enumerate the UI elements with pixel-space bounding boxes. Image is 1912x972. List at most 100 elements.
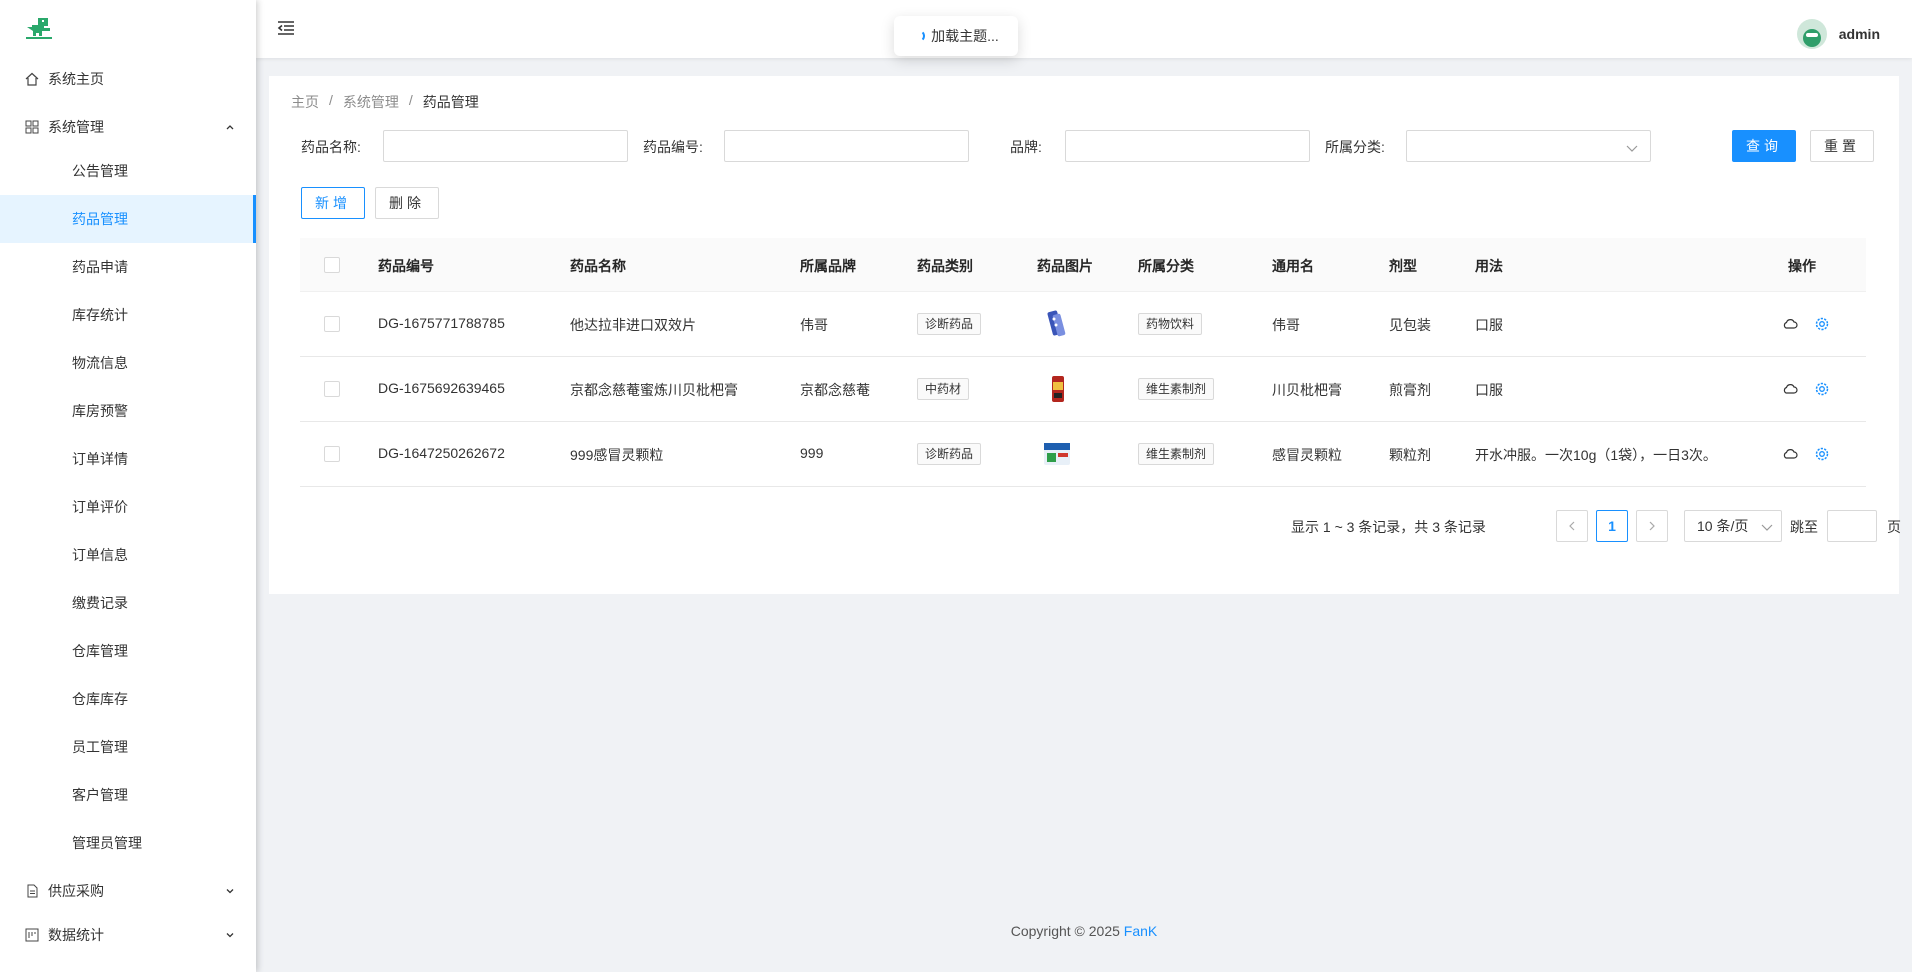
generic-name: 川贝枇杷膏	[1272, 382, 1342, 398]
sidebar-subitem[interactable]: 公告管理	[0, 147, 256, 195]
jump-label: 跳至	[1790, 519, 1818, 535]
setting-icon[interactable]	[1813, 380, 1831, 398]
loading-spinner-icon	[913, 30, 926, 42]
sidebar-subitem-label: 公告管理	[72, 163, 128, 179]
sidebar-subitem[interactable]: 库房预警	[0, 387, 256, 435]
breadcrumb: 主页 / 系统管理 / 药品管理	[291, 92, 479, 112]
drug-type-tag: 中药材	[917, 378, 970, 400]
sidebar-subitem[interactable]: 管理员管理	[0, 819, 256, 867]
sidebar-subitem-label: 员工管理	[72, 739, 128, 755]
sidebar-subitem[interactable]: 订单详情	[0, 435, 256, 483]
category-select[interactable]	[1406, 130, 1651, 162]
delete-button[interactable]: 删除	[375, 187, 439, 219]
page-button[interactable]: 1	[1596, 510, 1628, 542]
chevron-down-icon	[1626, 141, 1638, 153]
brand-input[interactable]	[1065, 130, 1310, 162]
sidebar-subitem[interactable]: 员工管理	[0, 723, 256, 771]
jump-page-input[interactable]	[1827, 510, 1877, 542]
table-row: DG-1647250262672 999感冒灵颗粒 999 诊断药品 维生素制剂…	[300, 422, 1866, 487]
breadcrumb-current: 药品管理	[422, 94, 479, 110]
drug-image[interactable]	[1042, 439, 1072, 469]
sidebar-subitem[interactable]: 物流信息	[0, 339, 256, 387]
cloud-icon[interactable]	[1781, 380, 1799, 398]
category-label: 所属分类:	[1325, 139, 1385, 155]
home-icon	[24, 71, 40, 87]
cloud-icon[interactable]	[1781, 315, 1799, 333]
sidebar-subitem-label: 缴费记录	[72, 595, 128, 611]
row-checkbox[interactable]	[324, 316, 340, 332]
top-header: admin	[256, 0, 1912, 58]
sidebar-subitem[interactable]: 客户管理	[0, 771, 256, 819]
sidebar-subitem-label: 库房预警	[72, 403, 128, 419]
sidebar-subitem[interactable]: 药品管理	[0, 195, 256, 243]
sidebar-subitem-label: 药品申请	[72, 259, 128, 275]
drug-code: DG-1675692639465	[378, 380, 505, 396]
drug-code: DG-1647250262672	[378, 445, 505, 461]
chevron-up-icon	[224, 121, 236, 133]
copyright-text: Copyright © 2025	[1010, 923, 1124, 939]
sidebar-subitem[interactable]: 订单评价	[0, 483, 256, 531]
drug-brand: 999	[800, 445, 824, 461]
appstore-icon	[24, 119, 40, 135]
breadcrumb-system[interactable]: 系统管理	[343, 92, 399, 112]
drug-name: 他达拉非进口双效片	[570, 317, 696, 333]
sidebar-subitem[interactable]: 药品申请	[0, 243, 256, 291]
reset-button[interactable]: 重置	[1810, 130, 1874, 162]
row-checkbox[interactable]	[324, 446, 340, 462]
logo[interactable]	[0, 0, 256, 56]
sidebar-subitem-label: 仓库管理	[72, 643, 128, 659]
sidebar-subitem-label: 仓库库存	[72, 691, 128, 707]
sidebar-subitem-label: 管理员管理	[72, 835, 142, 851]
user-name: admin	[1838, 26, 1880, 42]
drug-image[interactable]	[1042, 309, 1072, 339]
row-checkbox[interactable]	[324, 381, 340, 397]
next-page-button[interactable]	[1636, 510, 1668, 542]
sidebar-subitem-label: 订单评价	[72, 499, 128, 515]
add-button[interactable]: 新增	[301, 187, 365, 219]
sidebar-subitem[interactable]: 库存统计	[0, 291, 256, 339]
sidebar-subitem[interactable]: 订单信息	[0, 531, 256, 579]
copyright-brand-link[interactable]: FanK	[1124, 923, 1157, 939]
query-button[interactable]: 查询	[1732, 130, 1796, 162]
page-size-select[interactable]: 10 条/页	[1684, 510, 1782, 542]
usage: 口服	[1475, 317, 1503, 333]
sidebar-item-label: 系统管理	[48, 119, 104, 135]
sidebar: 系统主页 系统管理 公告管理药品管理药品申请库存统计物流信息库房预警订单详情订单…	[0, 0, 256, 972]
sidebar-item-label: 供应采购	[48, 883, 104, 899]
menu-fold-icon[interactable]	[276, 18, 296, 38]
sidebar-subitem[interactable]: 缴费记录	[0, 579, 256, 627]
column-header: 药品编号	[378, 258, 434, 274]
sidebar-item-home[interactable]: 系统主页	[0, 55, 256, 103]
setting-icon[interactable]	[1813, 445, 1831, 463]
drug-type-tag: 诊断药品	[917, 313, 982, 335]
usage: 开水冲服。一次10g（1袋），一日3次。	[1475, 447, 1717, 463]
pagination: 显示 1 ~ 3 条记录，共 3 条记录 1 10 条/页 跳至 页	[1291, 510, 1901, 542]
table-row: DG-1675692639465 京都念慈菴蜜炼川贝枇杷膏 京都念慈菴 中药材 …	[300, 357, 1866, 422]
sidebar-item-label: 系统主页	[48, 71, 104, 87]
select-all-checkbox[interactable]	[324, 257, 340, 273]
drug-name-input[interactable]	[383, 130, 628, 162]
sidebar-subitem[interactable]: 仓库管理	[0, 627, 256, 675]
column-header: 药品类别	[917, 258, 973, 274]
user-menu[interactable]: admin	[1796, 19, 1880, 49]
column-header: 药品名称	[570, 258, 626, 274]
setting-icon[interactable]	[1813, 315, 1831, 333]
cloud-icon[interactable]	[1781, 445, 1799, 463]
sidebar-item-procurement[interactable]: 供应采购	[0, 867, 256, 915]
chevron-down-icon	[224, 885, 236, 897]
drug-image[interactable]	[1042, 374, 1072, 404]
drug-table: 药品编号 药品名称 所属品牌 药品类别 药品图片 所属分类 通用名 剂型 用法 …	[300, 238, 1866, 487]
sidebar-subitem[interactable]: 仓库库存	[0, 675, 256, 723]
sidebar-item-system[interactable]: 系统管理	[0, 103, 256, 151]
drug-code-label: 药品编号:	[643, 139, 703, 155]
breadcrumb-home[interactable]: 主页	[291, 92, 319, 112]
content-card: 主页 / 系统管理 / 药品管理 药品名称: 药品编号: 品牌: 所属分类: 查…	[269, 76, 1901, 594]
prev-page-button[interactable]	[1556, 510, 1588, 542]
sidebar-subitem-label: 客户管理	[72, 787, 128, 803]
sidebar-subitem-label: 库存统计	[72, 307, 128, 323]
sidebar-item-statistics[interactable]: 数据统计	[0, 911, 256, 959]
column-header: 药品图片	[1037, 258, 1093, 274]
drug-code-input[interactable]	[724, 130, 969, 162]
dosage-form: 见包装	[1389, 317, 1431, 333]
chart-icon	[24, 927, 40, 943]
